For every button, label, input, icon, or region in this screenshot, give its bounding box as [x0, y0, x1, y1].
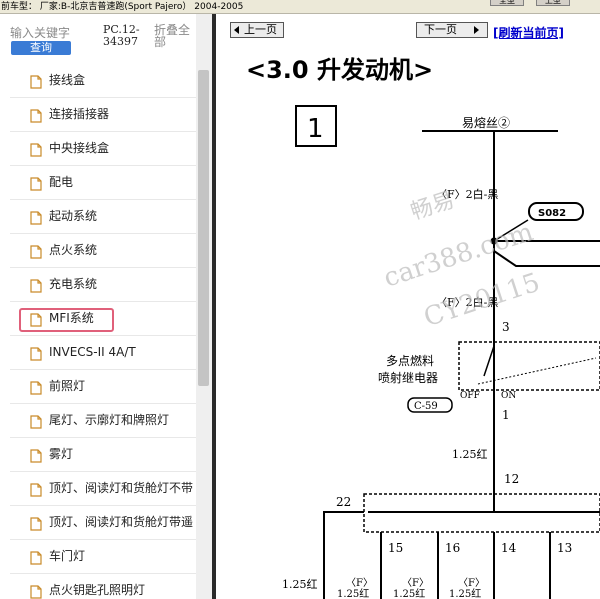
tree-item-label: 中央接线盒 — [49, 141, 110, 155]
diagram-title: <3.0 升发动机> — [246, 56, 433, 84]
tree-item-label: 连接插接器 — [49, 107, 110, 121]
relay-on-label: ON — [501, 391, 516, 401]
tree-item[interactable]: 尾灯、示廓灯和牌照灯 — [10, 404, 196, 438]
top-button-1[interactable]: 全型 — [490, 0, 524, 6]
tree-item-label: 点火钥匙孔照明灯 — [49, 583, 146, 597]
collapse-all-button[interactable]: 折叠全部 — [154, 24, 196, 48]
vehicle-info: 前车型： 厂家:B-北京吉普速跑(Sport Pajero） 2004-2005 — [1, 2, 244, 12]
watermark-line-1: 畅易 — [408, 188, 458, 225]
document-icon — [30, 516, 42, 531]
prev-page-button[interactable]: 上一页 — [230, 22, 284, 38]
tree-item[interactable]: 配电 — [10, 166, 196, 200]
document-icon — [30, 108, 42, 123]
fuse-label: 易熔丝② — [462, 115, 510, 130]
document-icon — [30, 414, 42, 429]
document-icon — [30, 380, 42, 395]
tree-item[interactable]: 接线盒 — [10, 64, 196, 98]
tree-item[interactable]: 连接插接器 — [10, 98, 196, 132]
tree-item[interactable]: 车门灯 — [10, 540, 196, 574]
relay-name-2: 喷射继电器 — [378, 370, 438, 385]
tree-item-label: 尾灯、示廓灯和牌照灯 — [49, 413, 170, 427]
prev-page-label: 上一页 — [244, 23, 277, 36]
tree-item[interactable]: 顶灯、阅读灯和货舱灯带遥 — [10, 506, 196, 540]
tree-item-label: 配电 — [49, 175, 74, 189]
junction-pin-12: 12 — [504, 472, 519, 486]
document-icon — [30, 346, 42, 361]
bottom-f-3: 〈F〉 — [458, 577, 485, 589]
document-icon — [30, 584, 42, 599]
sidebar-header: 输入关键字 查询 PC.12-34397 折叠全部 — [0, 14, 212, 64]
connector-label: C-59 — [414, 401, 438, 412]
arrow-right-icon — [474, 26, 479, 34]
document-icon — [30, 210, 42, 225]
tree-item-label: 车门灯 — [49, 549, 86, 563]
bottom-wire-label-4: 1.25红 — [449, 587, 481, 599]
output-pin-15: 15 — [388, 541, 403, 555]
tree-item[interactable]: 雾灯 — [10, 438, 196, 472]
splice-label: S082 — [538, 208, 566, 219]
tree-item[interactable]: 充电系统 — [10, 268, 196, 302]
wiring-diagram: <3.0 升发动机> 1 易熔丝② 〈F〉2白-黑 S082 〈F〉2白-黑 3 — [216, 46, 600, 599]
tree-item-label: 顶灯、阅读灯和货舱灯带遥 — [49, 515, 194, 529]
arrow-left-icon — [234, 26, 239, 34]
output-pin-16: 16 — [445, 541, 460, 555]
document-icon — [30, 550, 42, 565]
tree-item-label: 起动系统 — [49, 209, 98, 223]
tree-item[interactable]: 中央接线盒 — [10, 132, 196, 166]
tree-item[interactable]: INVECS-II 4A/T — [10, 336, 196, 370]
tree-item-label: 前照灯 — [49, 379, 86, 393]
tree-item[interactable]: 前照灯 — [10, 370, 196, 404]
document-icon — [30, 278, 42, 293]
output-pin-13: 13 — [557, 541, 572, 555]
sidebar: 输入关键字 查询 PC.12-34397 折叠全部 接线盒连接插接器中央接线盒配… — [0, 14, 212, 599]
wiring-diagram-svg: <3.0 升发动机> 1 易熔丝② 〈F〉2白-黑 S082 〈F〉2白-黑 3 — [246, 56, 600, 599]
tree-item[interactable]: MFI系统 — [10, 302, 196, 336]
tree-item-label: 接线盒 — [49, 73, 86, 87]
next-page-button[interactable]: 下一页 — [416, 22, 488, 38]
document-icon — [30, 244, 42, 259]
tree-item-label: 雾灯 — [49, 447, 74, 461]
relay-pin-1: 1 — [502, 408, 510, 422]
bottom-f-2: 〈F〉 — [402, 577, 429, 589]
sidebar-scrollbar[interactable] — [196, 14, 212, 599]
relay-pin-3: 3 — [502, 320, 510, 334]
relay-switch — [483, 345, 495, 377]
next-page-label: 下一页 — [424, 23, 457, 36]
top-info-bar: 前车型： 厂家:B-北京吉普速跑(Sport Pajero） 2004-2005… — [0, 0, 600, 14]
tree-item-label: MFI系统 — [49, 311, 94, 325]
document-frame: 上一页 下一页 [刷新当前页] <3.0 升发动机> 1 易熔丝② 〈F〉2白-… — [216, 14, 600, 599]
document-icon — [30, 312, 42, 327]
wire-label-lower: 1.25红 — [452, 448, 488, 461]
tree-item[interactable]: 点火系统 — [10, 234, 196, 268]
refresh-page-link[interactable]: [刷新当前页] — [493, 24, 564, 41]
document-icon — [30, 448, 42, 463]
tree-item-label: 顶灯、阅读灯和货舱灯不带 — [49, 481, 194, 495]
query-button[interactable]: 查询 — [11, 41, 71, 55]
document-icon — [30, 142, 42, 157]
section-number: 1 — [307, 114, 324, 144]
tree-item[interactable]: 起动系统 — [10, 200, 196, 234]
tree-item-label: 点火系统 — [49, 243, 98, 257]
bottom-wire-label-3: 1.25红 — [393, 587, 425, 599]
document-icon — [30, 482, 42, 497]
tree-item[interactable]: 点火钥匙孔照明灯 — [10, 574, 196, 599]
top-button-2[interactable]: 上型 — [536, 0, 570, 6]
tree-item[interactable]: 顶灯、阅读灯和货舱灯不带 — [10, 472, 196, 506]
document-icon — [30, 74, 42, 89]
scrollbar-thumb[interactable] — [198, 70, 209, 386]
document-icon — [30, 176, 42, 191]
relay-off-label: OFF — [460, 391, 480, 401]
tree-item-label: INVECS-II 4A/T — [49, 345, 136, 359]
bottom-f-1: 〈F〉 — [346, 577, 373, 589]
relay-name-1: 多点燃料 — [386, 353, 434, 368]
bottom-wire-label-1: 1.25红 — [282, 578, 318, 591]
tree-item-label: 充电系统 — [49, 277, 98, 291]
search-input[interactable]: 输入关键字 — [10, 24, 70, 41]
output-pin-14: 14 — [501, 541, 517, 555]
junction-pin-22: 22 — [336, 495, 351, 509]
pc-code: PC.12-34397 — [103, 23, 140, 48]
relay-coil-link — [477, 357, 597, 385]
relay-box — [458, 341, 600, 391]
bottom-wire-label-2: 1.25红 — [337, 587, 369, 599]
